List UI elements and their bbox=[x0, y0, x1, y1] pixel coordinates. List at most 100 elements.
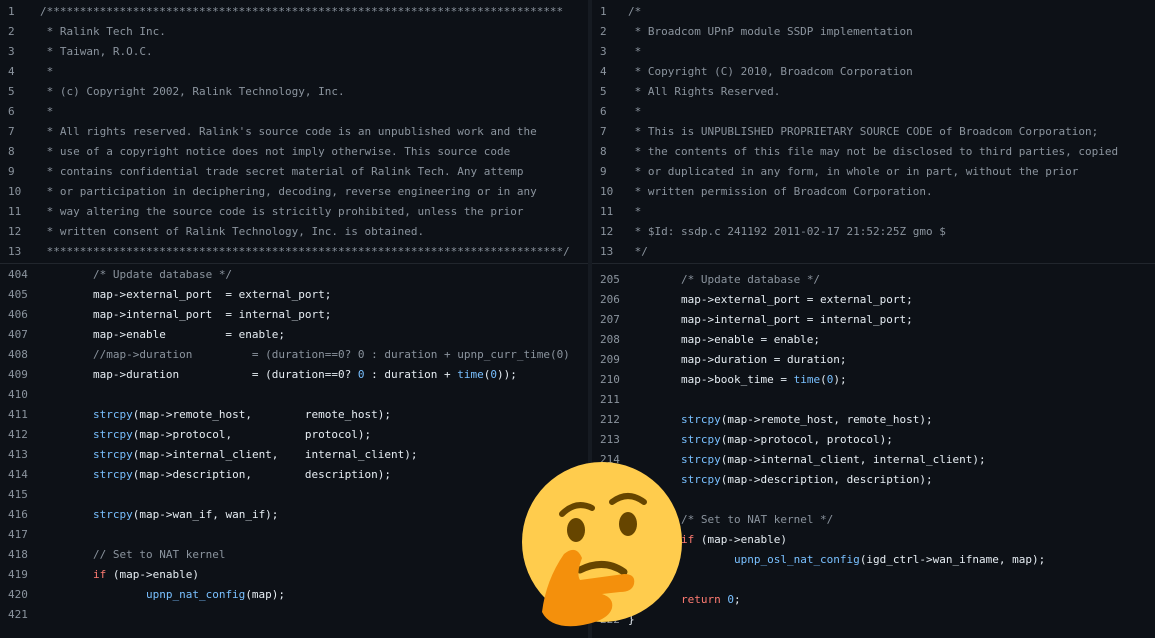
code-token: (map); bbox=[245, 588, 286, 601]
left-separator bbox=[0, 263, 588, 264]
code-line: 420 upnp_nat_config(map); bbox=[0, 585, 588, 605]
code-token: map->duration = (duration==0? bbox=[40, 368, 358, 381]
header-line: 12 * $Id: ssdp.c 241192 2011-02-17 21:52… bbox=[592, 222, 1155, 242]
comment-text: * bbox=[40, 65, 54, 78]
code-text: map->internal_port = internal_port; bbox=[40, 305, 331, 325]
line-number: 407 bbox=[8, 328, 28, 341]
code-text: map->enable = enable; bbox=[40, 325, 285, 345]
line-number: 420 bbox=[8, 588, 28, 601]
header-line: 9 * contains confidential trade secret m… bbox=[0, 162, 588, 182]
header-line: 7 * All rights reserved. Ralink's source… bbox=[0, 122, 588, 142]
line-number: 9 bbox=[8, 165, 15, 178]
line-number: 12 bbox=[8, 225, 22, 238]
comment-token: /* Update database */ bbox=[680, 273, 821, 286]
comment-text: * Copyright (C) 2010, Broadcom Corporati… bbox=[628, 65, 913, 78]
line-number: 411 bbox=[8, 408, 28, 421]
code-line: 418 // Set to NAT kernel bbox=[0, 545, 588, 565]
line-number: 418 bbox=[8, 548, 28, 561]
line-number: 417 bbox=[8, 528, 28, 541]
header-line: 2 * Ralink Tech Inc. bbox=[0, 22, 588, 42]
line-number: 7 bbox=[8, 125, 15, 138]
number-token: 0 bbox=[490, 368, 497, 381]
line-number: 404 bbox=[8, 268, 28, 281]
line-number: 3 bbox=[8, 45, 15, 58]
line-number: 408 bbox=[8, 348, 28, 361]
function-token: strcpy bbox=[680, 433, 721, 446]
header-line: 11 * way altering the source code is str… bbox=[0, 202, 588, 222]
comment-token: /* Set to NAT kernel */ bbox=[680, 513, 834, 526]
header-line: 9 * or duplicated in any form, in whole … bbox=[592, 162, 1155, 182]
line-number: 213 bbox=[600, 433, 620, 446]
header-line: 7 * This is UNPUBLISHED PROPRIETARY SOUR… bbox=[592, 122, 1155, 142]
code-token: map->duration = duration; bbox=[628, 353, 847, 366]
line-number: 11 bbox=[8, 205, 22, 218]
code-text: /* Update database */ bbox=[628, 270, 820, 290]
function-token: time bbox=[457, 368, 484, 381]
function-token: upnp_osl_nat_config bbox=[733, 553, 860, 566]
comment-text: /***************************************… bbox=[40, 5, 564, 18]
comment-text: * use of a copyright notice does not imp… bbox=[40, 145, 511, 158]
code-line: 411 strcpy(map->remote_host, remote_host… bbox=[0, 405, 588, 425]
code-line: 404 /* Update database */ bbox=[0, 265, 588, 285]
line-number: 210 bbox=[600, 373, 620, 386]
code-line: 208 map->enable = enable; bbox=[592, 330, 1155, 350]
comment-token: //map->duration = (duration==0? 0 : dura… bbox=[92, 348, 570, 361]
line-number: 6 bbox=[8, 105, 15, 118]
line-number: 211 bbox=[600, 393, 620, 406]
line-number: 212 bbox=[600, 413, 620, 426]
comment-text: * bbox=[40, 105, 54, 118]
line-number: 209 bbox=[600, 353, 620, 366]
code-line: 206 map->external_port = external_port; bbox=[592, 290, 1155, 310]
line-number: 8 bbox=[8, 145, 15, 158]
code-token: map->external_port = external_port; bbox=[40, 288, 332, 301]
code-token: (map->enable) bbox=[694, 533, 787, 546]
comment-text: * the contents of this file may not be d… bbox=[628, 145, 1119, 158]
code-token: (map->remote_host, remote_host); bbox=[720, 413, 933, 426]
line-number: 2 bbox=[600, 25, 607, 38]
code-line: 209 map->duration = duration; bbox=[592, 350, 1155, 370]
code-line: 207 map->internal_port = internal_port; bbox=[592, 310, 1155, 330]
function-token: upnp_nat_config bbox=[145, 588, 246, 601]
code-line: 414 strcpy(map->description, description… bbox=[0, 465, 588, 485]
line-number: 5 bbox=[600, 85, 607, 98]
comment-token: // Set to NAT kernel bbox=[92, 548, 226, 561]
line-number: 208 bbox=[600, 333, 620, 346]
header-line: 13 */ bbox=[592, 242, 1155, 262]
line-number: 12 bbox=[600, 225, 614, 238]
code-line: 421 bbox=[0, 605, 588, 625]
code-token: map->enable = enable; bbox=[40, 328, 286, 341]
left-license-header: 1 /**************************************… bbox=[0, 2, 588, 262]
code-token: map->external_port = external_port; bbox=[628, 293, 913, 306]
code-text: // Set to NAT kernel bbox=[40, 545, 225, 565]
function-token: strcpy bbox=[92, 468, 133, 481]
line-number: 413 bbox=[8, 448, 28, 461]
code-token: (map->protocol, protocol); bbox=[132, 428, 372, 441]
line-number: 421 bbox=[8, 608, 28, 621]
code-line: 419 if (map->enable) bbox=[0, 565, 588, 585]
comment-text: * Ralink Tech Inc. bbox=[40, 25, 166, 38]
code-token: (map->wan_if, wan_if); bbox=[132, 508, 279, 521]
code-line: 213 strcpy(map->protocol, protocol); bbox=[592, 430, 1155, 450]
keyword-token: if bbox=[92, 568, 107, 581]
code-token: (map->protocol, protocol); bbox=[720, 433, 893, 446]
code-token: (map->remote_host, remote_host); bbox=[132, 408, 392, 421]
code-line: 211 bbox=[592, 390, 1155, 410]
line-number: 5 bbox=[8, 85, 15, 98]
header-line: 6 * bbox=[592, 102, 1155, 122]
code-line: 409 map->duration = (duration==0? 0 : du… bbox=[0, 365, 588, 385]
function-token: strcpy bbox=[680, 413, 721, 426]
comment-text: * Broadcom UPnP module SSDP implementati… bbox=[628, 25, 913, 38]
code-token: )); bbox=[496, 368, 517, 381]
header-line: 3 * bbox=[592, 42, 1155, 62]
header-line: 13 *************************************… bbox=[0, 242, 588, 262]
comment-text: ****************************************… bbox=[40, 245, 570, 258]
thinking-face-emoji-icon bbox=[522, 462, 682, 627]
header-line: 1 /**************************************… bbox=[0, 2, 588, 22]
comment-text: * All Rights Reserved. bbox=[628, 85, 781, 98]
header-line: 8 * use of a copyright notice does not i… bbox=[0, 142, 588, 162]
